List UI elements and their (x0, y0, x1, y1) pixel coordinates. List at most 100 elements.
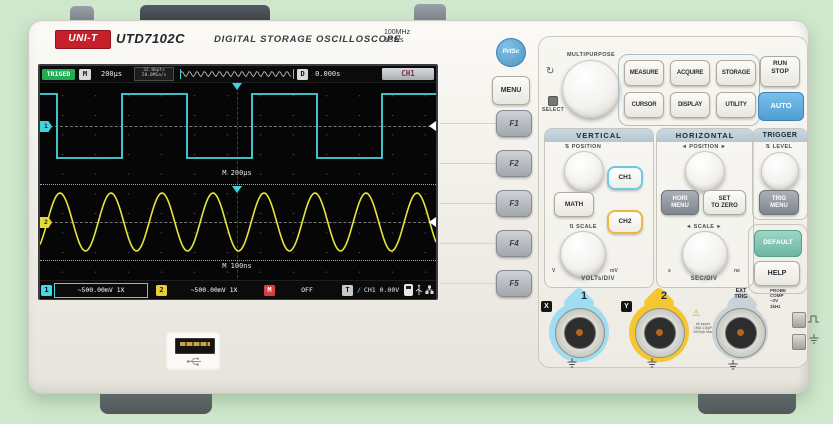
delay-badge: D (297, 69, 308, 80)
lcd-screen: TRIGED M 200μs 32.0kpts 50.0MSa/s D 0.00… (38, 64, 438, 300)
acquire-button[interactable]: ACQUIRE (670, 60, 710, 86)
ch1-bnc-connector[interactable] (555, 308, 605, 358)
brand-logo: UNI-T (55, 30, 111, 49)
auto-button[interactable]: AUTO (758, 92, 804, 121)
ch2-axis-badge: Y (621, 301, 632, 312)
channel-readout-bar: 1 ~500.00mV 1X 2 ~500.00mV 1X M OFF T / … (40, 280, 436, 299)
probe-comp-terminal[interactable] (792, 312, 806, 328)
measure-button[interactable]: MEASURE (624, 60, 664, 86)
sample-rate-spec: 1GS/s (384, 37, 410, 45)
trig-menu-button[interactable]: TRIG MENU (759, 190, 799, 215)
ext-ground-icon (727, 360, 739, 371)
ext-trig-bnc-connector[interactable] (716, 308, 766, 358)
preview-window-marker-right (293, 69, 294, 79)
f5-button[interactable]: F5 (496, 270, 532, 297)
prtsc-button[interactable]: PrtSc (496, 38, 526, 67)
trigger-section-title: TRIGGER (753, 129, 807, 142)
cursor-button[interactable]: CURSOR (624, 92, 664, 118)
f4-button[interactable]: F4 (496, 230, 532, 257)
rotate-icon: ↻ (546, 66, 554, 77)
bandwidth-spec: 100MHz (384, 29, 410, 37)
preview-window-marker-left (180, 69, 181, 79)
f1-guide-line (440, 123, 496, 124)
set-to-zero-button[interactable]: SET TO ZERO (703, 190, 746, 215)
trigger-level-knob[interactable] (761, 152, 799, 190)
stop-label: STOP (761, 68, 799, 76)
usb-host-icon (415, 285, 423, 296)
horizontal-position-knob[interactable] (685, 151, 725, 191)
ch2-bnc-connector[interactable] (635, 308, 685, 358)
ch1-button[interactable]: CH1 (607, 166, 643, 190)
display-button[interactable]: DISPLAY (670, 92, 710, 118)
f3-button[interactable]: F3 (496, 190, 532, 217)
oscilloscope-photo: UNI-T UTD7102C DIGITAL STORAGE OSCILLOSC… (0, 0, 833, 424)
graticule-area: M 200μs M 100ns 1 2 (40, 82, 436, 278)
model-number: UTD7102C (116, 31, 185, 46)
ext-trig-label: EXT TRIG (727, 288, 755, 300)
multipurpose-knob[interactable] (562, 60, 620, 118)
horizontal-position-label: ◄ POSITION ► (660, 144, 748, 150)
sec-div-knob[interactable] (682, 231, 728, 277)
vertical-position-knob[interactable] (564, 151, 604, 191)
warning-icon: ⚠ (692, 308, 700, 319)
ground-terminal[interactable] (792, 334, 806, 350)
volts-div-label: VOLTs/DIV (544, 276, 652, 282)
sec-div-label: SEC/DIV (656, 276, 752, 282)
volts-div-knob[interactable] (560, 231, 606, 277)
help-button[interactable]: HELP (754, 261, 800, 286)
sample-rate-readout: 50.0MSa/s (135, 73, 173, 78)
mode-badge: M (79, 69, 91, 80)
run-stop-button[interactable]: RUN STOP (760, 56, 800, 87)
status-icons (404, 284, 434, 296)
f3-guide-line (440, 203, 496, 204)
sec-arc-left: s (668, 268, 671, 274)
probe-comp-line4: 1kHz (770, 304, 804, 309)
ch2-sine-waveform (40, 193, 436, 251)
ch1-input-number: 1 (581, 290, 587, 302)
math-status: OFF (278, 284, 336, 297)
f1-button[interactable]: F1 (496, 110, 532, 137)
vertical-section-title: VERTICAL (545, 129, 653, 142)
select-press-icon (548, 96, 558, 106)
math-badge: M (264, 285, 275, 296)
math-button[interactable]: MATH (554, 192, 594, 217)
usb-port[interactable] (175, 338, 215, 354)
ext-label-line2: TRIG (727, 294, 755, 300)
trigger-slope-icon: / (357, 286, 361, 294)
trig-label: TRIG (760, 196, 798, 203)
hori-label: HORI (662, 196, 698, 203)
lan-icon (425, 285, 434, 295)
trigger-badge: T (342, 285, 353, 296)
f4-guide-line (440, 243, 496, 244)
vertical-scale-label: ⇅ SCALE (550, 224, 616, 230)
usb-drive-icon (404, 284, 413, 296)
utility-button[interactable]: UTILITY (716, 92, 756, 118)
storage-button[interactable]: STORAGE (716, 60, 756, 86)
trigger-source-readout: CH1 0.00V (364, 286, 399, 294)
device-specs: 100MHz 1GS/s (384, 29, 410, 45)
to-zero-label: TO ZERO (704, 203, 745, 210)
ch1-ground-icon (566, 358, 578, 369)
waveform-plot (40, 82, 436, 278)
run-label: RUN (761, 60, 799, 68)
f2-button[interactable]: F2 (496, 150, 532, 177)
trig-menu-label: MENU (760, 203, 798, 210)
horizontal-section-title: HORIZONTAL (657, 129, 753, 142)
ch2-input-number: 2 (661, 290, 667, 302)
default-button[interactable]: DEFAULT (754, 230, 802, 257)
timebase-readout: 200μs (101, 70, 122, 78)
ch1-badge: 1 (41, 285, 52, 296)
ch2-button[interactable]: CH2 (607, 210, 643, 234)
preview-waveform (180, 69, 294, 79)
zoom-window-marker (232, 186, 242, 193)
f2-guide-line (440, 163, 496, 164)
ch2-badge: 2 (156, 285, 167, 296)
delay-readout: 0.000s (315, 70, 340, 78)
probe-comp-label: PROBE COMP ~2V 1kHz (770, 288, 804, 309)
hori-menu-button[interactable]: HORI MENU (661, 190, 699, 215)
menu-button[interactable]: MENU (492, 76, 530, 105)
set-label: SET (704, 196, 745, 203)
square-wave-icon (808, 314, 820, 324)
volts-arc-right: mV (610, 268, 618, 274)
select-label: SELECT (538, 107, 568, 113)
